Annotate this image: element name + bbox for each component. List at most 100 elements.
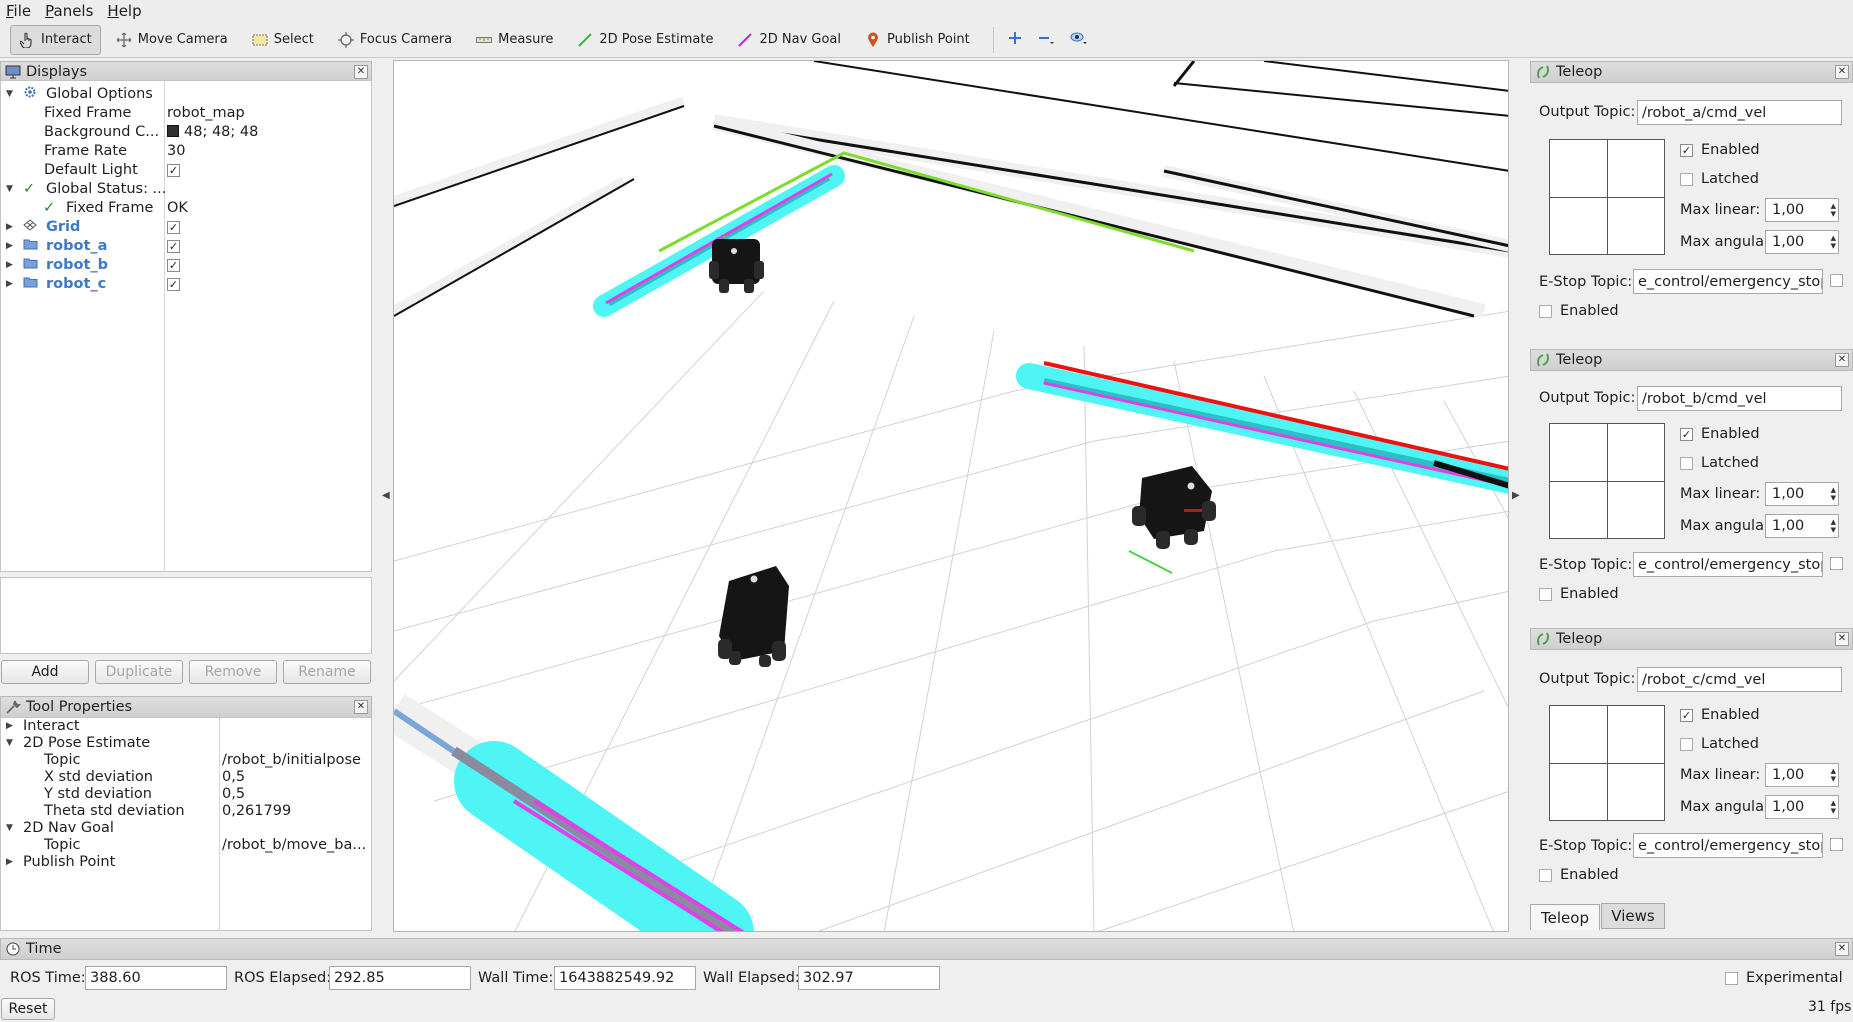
expand-arrow-down-icon[interactable]: ▼ (6, 184, 13, 194)
tree-row-robot-b[interactable]: ▶ robot_b ✓ (1, 255, 371, 274)
tree-row-grid[interactable]: ▶ Grid ✓ (1, 217, 371, 236)
collapse-left-arrow-icon[interactable]: ◀ (382, 490, 390, 501)
tree-row-robot-c[interactable]: ▶ robot_c ✓ (1, 274, 371, 293)
tp-row-publish-point[interactable]: ▶ Publish Point (1, 854, 371, 871)
teleop-a-latched-checkbox[interactable]: Latched (1680, 171, 1759, 187)
menu-panels[interactable]: Panels (45, 2, 93, 20)
teleop-c-estop-enabled-checkbox[interactable]: Enabled (1539, 867, 1619, 883)
experimental-checkbox[interactable]: Experimental (1725, 970, 1843, 986)
tp-row-nav-goal[interactable]: ▼ 2D Nav Goal (1, 820, 371, 837)
background-color-value[interactable]: 48; 48; 48 (167, 124, 258, 140)
teleop-a-output-topic-input[interactable]: /robot_a/cmd_vel (1637, 100, 1842, 125)
teleop-a-estop-inline-checkbox[interactable] (1830, 274, 1843, 287)
tree-row-global-status[interactable]: ▼ ✓ Global Status: ... (1, 179, 371, 198)
expand-arrow-right-icon[interactable]: ▶ (6, 260, 13, 270)
tool-focus-camera[interactable]: Focus Camera (329, 25, 461, 55)
teleop-c-latched-checkbox[interactable]: Latched (1680, 736, 1759, 752)
tree-row-background-color[interactable]: Background C... 48; 48; 48 (1, 122, 371, 141)
teleop-b-joystick-pad[interactable] (1549, 423, 1665, 539)
teleop-c-estop-inline-checkbox[interactable] (1830, 838, 1843, 851)
teleop-a-close-button[interactable]: ✕ (1835, 65, 1849, 79)
duplicate-display-button[interactable]: Duplicate (95, 660, 183, 684)
teleop-a-max-angular-spinbox[interactable]: 1,00 ▲ ▼ (1765, 230, 1839, 254)
teleop-c-enabled-checkbox[interactable]: ✓ Enabled (1680, 707, 1760, 723)
teleop-b-output-topic-input[interactable]: /robot_b/cmd_vel (1637, 386, 1842, 411)
tp-row-pose-estimate[interactable]: ▼ 2D Pose Estimate (1, 735, 371, 752)
time-close-button[interactable]: ✕ (1835, 942, 1849, 956)
teleop-c-max-linear-spinbox[interactable]: 1,00 ▲ ▼ (1765, 763, 1839, 787)
tree-row-default-light[interactable]: Default Light ✓ (1, 160, 371, 179)
tree-row-global-options[interactable]: ▼ Global Options (1, 84, 371, 103)
tool-2d-nav-goal[interactable]: 2D Nav Goal (728, 25, 850, 55)
tool-move-camera[interactable]: Move Camera (107, 25, 237, 55)
tool-interact[interactable]: Interact (10, 24, 101, 55)
tab-views[interactable]: Views (1601, 903, 1665, 929)
teleop-a-estop-enabled-checkbox[interactable]: Enabled (1539, 303, 1619, 319)
tp-row-pose-topic[interactable]: Topic /robot_b/initialpose (1, 752, 371, 769)
expand-arrow-right-icon[interactable]: ▶ (6, 279, 13, 289)
teleop-b-max-linear-spinbox[interactable]: 1,00 ▲ ▼ (1765, 482, 1839, 506)
tp-y-std-value[interactable]: 0,5 (222, 786, 245, 802)
tool-properties-close-button[interactable]: ✕ (354, 700, 368, 714)
remove-display-button[interactable]: Remove (189, 660, 277, 684)
tab-teleop[interactable]: Teleop (1530, 904, 1600, 930)
rename-display-button[interactable]: Rename (283, 660, 371, 684)
teleop-b-latched-checkbox[interactable]: Latched (1680, 455, 1759, 471)
teleop-c-estop-input[interactable]: e_control/emergency_stop (1633, 833, 1823, 858)
wall-time-field[interactable]: 1643882549.92 (554, 966, 696, 990)
add-display-button[interactable]: Add (1, 660, 89, 684)
robot-b-checkbox[interactable]: ✓ (167, 257, 180, 273)
teleop-b-max-angular-spinbox[interactable]: 1,00 ▲ ▼ (1765, 514, 1839, 538)
teleop-b-estop-enabled-checkbox[interactable]: Enabled (1539, 586, 1619, 602)
tp-row-interact[interactable]: ▶ Interact (1, 718, 371, 735)
expand-arrow-down-icon[interactable]: ▼ (6, 738, 13, 748)
expand-arrow-right-icon[interactable]: ▶ (6, 222, 13, 232)
3d-render-viewport[interactable] (393, 60, 1509, 932)
teleop-b-enabled-checkbox[interactable]: ✓ Enabled (1680, 426, 1760, 442)
tool-2d-pose-estimate[interactable]: 2D Pose Estimate (568, 25, 722, 55)
tool-select[interactable]: Select (243, 25, 323, 55)
teleop-a-estop-input[interactable]: e_control/emergency_stop (1633, 269, 1823, 294)
robot-a-checkbox[interactable]: ✓ (167, 238, 180, 254)
remove-tool-button[interactable] (1034, 26, 1060, 54)
view-tool-button[interactable] (1066, 26, 1092, 54)
tp-nav-topic-value[interactable]: /robot_b/move_ba... (222, 837, 366, 853)
tp-row-nav-topic[interactable]: Topic /robot_b/move_ba... (1, 837, 371, 854)
reset-button[interactable]: Reset (1, 998, 55, 1020)
ros-time-field[interactable]: 388.60 (85, 966, 227, 990)
spin-arrows-icon[interactable]: ▲ ▼ (1831, 486, 1836, 502)
teleop-c-close-button[interactable]: ✕ (1835, 632, 1849, 646)
tp-row-theta-std[interactable]: Theta std deviation 0,261799 (1, 803, 371, 820)
fixed-frame-value[interactable]: robot_map (167, 105, 245, 121)
collapse-right-arrow-icon[interactable]: ▶ (1512, 490, 1520, 501)
tree-row-frame-rate[interactable]: Frame Rate 30 (1, 141, 371, 160)
spin-arrows-icon[interactable]: ▲ ▼ (1831, 518, 1836, 534)
expand-arrow-down-icon[interactable]: ▼ (6, 89, 13, 99)
tree-row-robot-a[interactable]: ▶ robot_a ✓ (1, 236, 371, 255)
robot-c-checkbox[interactable]: ✓ (167, 276, 180, 292)
tp-row-x-std[interactable]: X std deviation 0,5 (1, 769, 371, 786)
displays-close-button[interactable]: ✕ (354, 65, 368, 79)
spin-arrows-icon[interactable]: ▲ ▼ (1831, 234, 1836, 250)
tp-x-std-value[interactable]: 0,5 (222, 769, 245, 785)
expand-arrow-right-icon[interactable]: ▶ (6, 241, 13, 251)
tool-publish-point[interactable]: Publish Point (856, 25, 979, 55)
frame-rate-value[interactable]: 30 (167, 143, 185, 159)
menu-file[interactable]: File (6, 2, 31, 20)
default-light-checkbox[interactable]: ✓ (167, 162, 180, 178)
teleop-b-estop-inline-checkbox[interactable] (1830, 557, 1843, 570)
teleop-a-max-linear-spinbox[interactable]: 1,00 ▲ ▼ (1765, 198, 1839, 222)
teleop-c-output-topic-input[interactable]: /robot_c/cmd_vel (1637, 667, 1842, 692)
expand-arrow-right-icon[interactable]: ▶ (6, 721, 13, 731)
tp-row-y-std[interactable]: Y std deviation 0,5 (1, 786, 371, 803)
spin-arrows-icon[interactable]: ▲ ▼ (1831, 767, 1836, 783)
expand-arrow-down-icon[interactable]: ▼ (6, 823, 13, 833)
teleop-b-estop-input[interactable]: e_control/emergency_stop (1633, 552, 1823, 577)
tree-row-status-fixed-frame[interactable]: ✓ Fixed Frame OK (1, 198, 371, 217)
tree-row-fixed-frame[interactable]: Fixed Frame robot_map (1, 103, 371, 122)
tp-theta-std-value[interactable]: 0,261799 (222, 803, 291, 819)
teleop-a-enabled-checkbox[interactable]: ✓ Enabled (1680, 142, 1760, 158)
tool-measure[interactable]: Measure (467, 25, 562, 55)
teleop-c-max-angular-spinbox[interactable]: 1,00 ▲ ▼ (1765, 795, 1839, 819)
menu-help[interactable]: Help (107, 2, 141, 20)
